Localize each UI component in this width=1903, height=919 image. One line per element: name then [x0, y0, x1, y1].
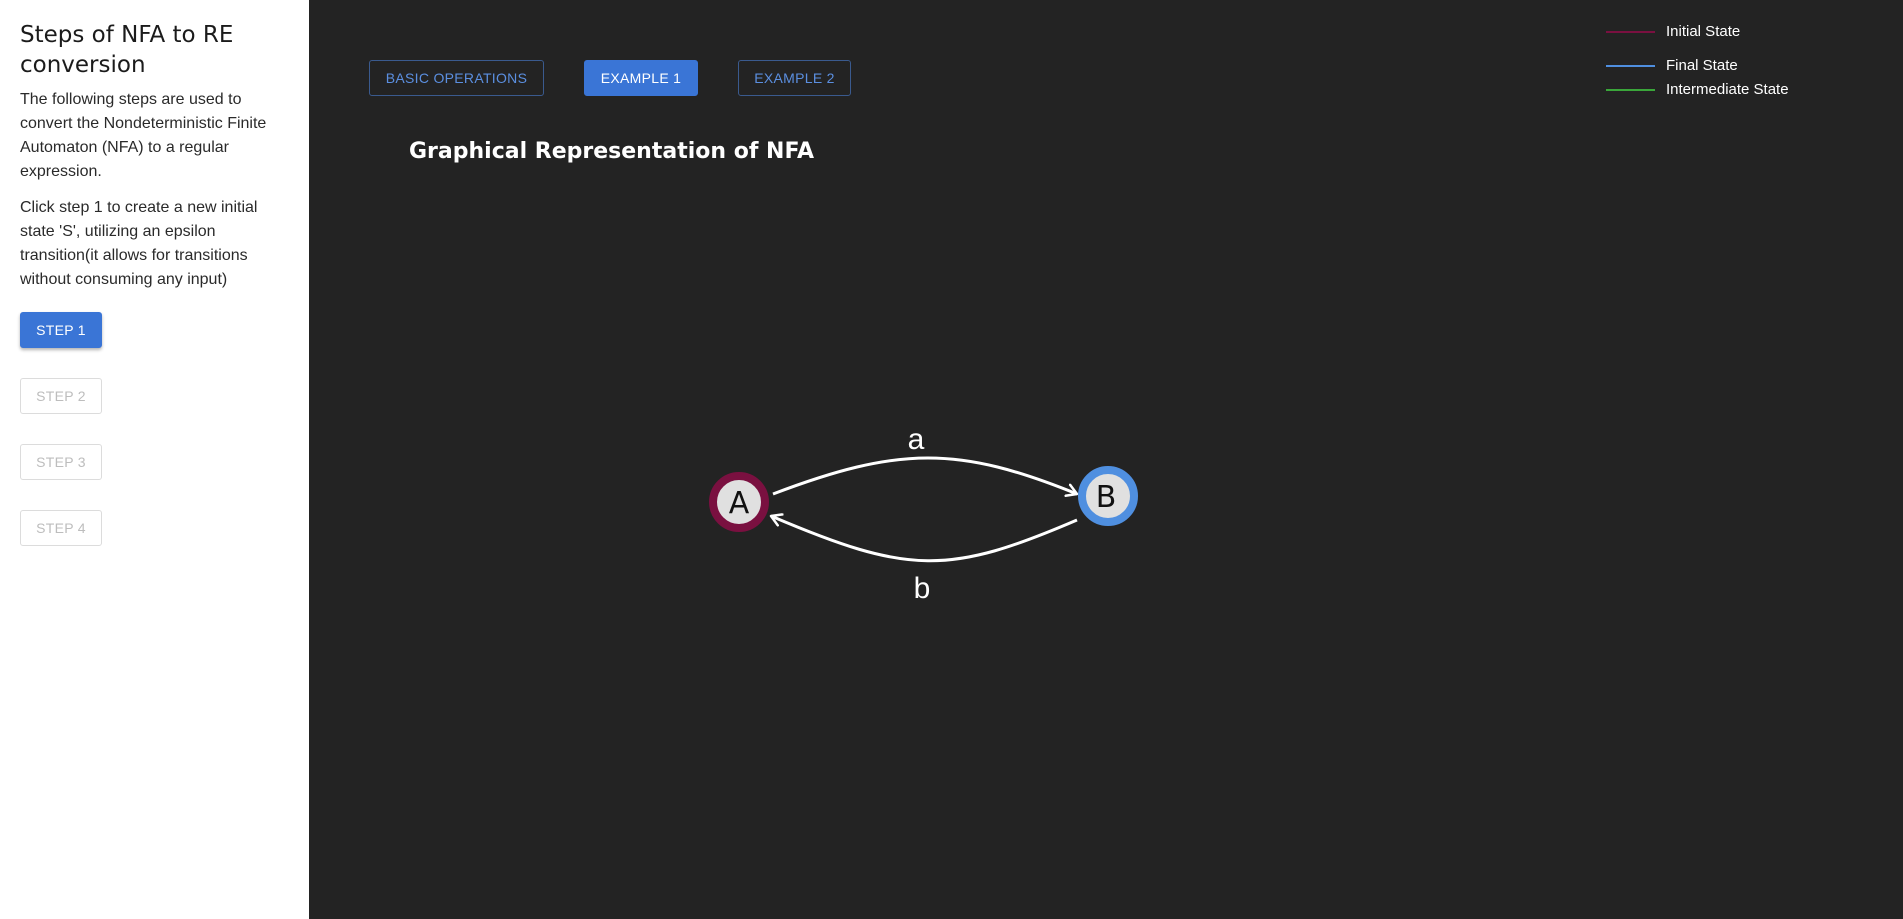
step-list: STEP 1 STEP 2 STEP 3 STEP 4: [20, 312, 289, 546]
state-a-label: A: [729, 486, 750, 521]
sidebar: Steps of NFA to RE conversion The follow…: [0, 0, 309, 919]
legend-initial-label: Initial State: [1666, 23, 1741, 40]
legend-final-line: [1606, 65, 1655, 67]
legend-intermediate-line: [1606, 89, 1655, 91]
state-b-label: B: [1096, 480, 1117, 515]
transition-a-to-b-edge: [772, 456, 1077, 494]
sidebar-title: Steps of NFA to RE conversion: [20, 22, 234, 78]
step-4-button: STEP 4: [20, 510, 102, 546]
legend-initial-state: Initial State: [1606, 20, 1866, 44]
sidebar-instruction: Click step 1 to create a new initial sta…: [20, 199, 258, 288]
legend-intermediate-state: Intermediate State: [1606, 78, 1866, 102]
transition-a-to-b-label: a: [908, 423, 925, 456]
step-3-button: STEP 3: [20, 444, 102, 480]
legend-intermediate-label: Intermediate State: [1666, 81, 1789, 98]
legend-initial-line: [1606, 31, 1655, 33]
transition-b-to-a-edge: [771, 516, 1078, 563]
legend-final-state: Final State: [1606, 54, 1866, 78]
state-b-node[interactable]: B: [1078, 466, 1138, 526]
nfa-graph: a b A B: [709, 423, 1138, 605]
step-2-button: STEP 2: [20, 378, 102, 414]
transition-b-to-a-label: b: [914, 572, 931, 605]
app-window: Steps of NFA to RE conversion The follow…: [0, 0, 1903, 919]
sidebar-intro: The following steps are used to convert …: [20, 91, 267, 180]
legend-final-label: Final State: [1666, 57, 1738, 74]
step-1-button[interactable]: STEP 1: [20, 312, 102, 348]
state-a-node[interactable]: A: [709, 472, 769, 532]
